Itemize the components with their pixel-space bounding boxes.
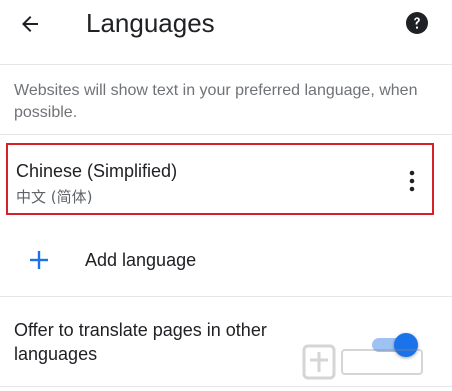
help-button[interactable]	[405, 11, 429, 35]
add-language-button[interactable]: Add language	[0, 232, 452, 288]
app-bar: Languages	[0, 0, 452, 48]
translate-offer-label: Offer to translate pages in other langua…	[14, 320, 267, 364]
add-language-label: Add language	[85, 250, 197, 270]
header-divider	[0, 64, 452, 65]
translate-offer-row[interactable]: Offer to translate pages in other langua…	[0, 304, 452, 384]
description-divider	[0, 134, 452, 135]
description-text: Websites will show text in your preferre…	[14, 82, 418, 121]
language-menu-button[interactable]	[402, 167, 422, 195]
translate-offer-toggle[interactable]	[368, 330, 422, 358]
back-button[interactable]	[16, 10, 44, 38]
language-item-chinese-simplified[interactable]: Chinese (Simplified) 中文 (简体)	[6, 143, 434, 215]
arrow-back-icon	[22, 16, 38, 32]
page-title: Languages	[86, 8, 215, 38]
more-vert-icon	[409, 170, 415, 192]
bottom-divider	[0, 386, 452, 387]
language-name: Chinese (Simplified)	[16, 161, 178, 181]
help-icon	[406, 12, 428, 34]
toggle-thumb	[394, 333, 418, 357]
plus-icon	[30, 251, 48, 269]
language-native-name: 中文 (简体)	[16, 188, 93, 206]
add-language-divider	[0, 296, 452, 297]
